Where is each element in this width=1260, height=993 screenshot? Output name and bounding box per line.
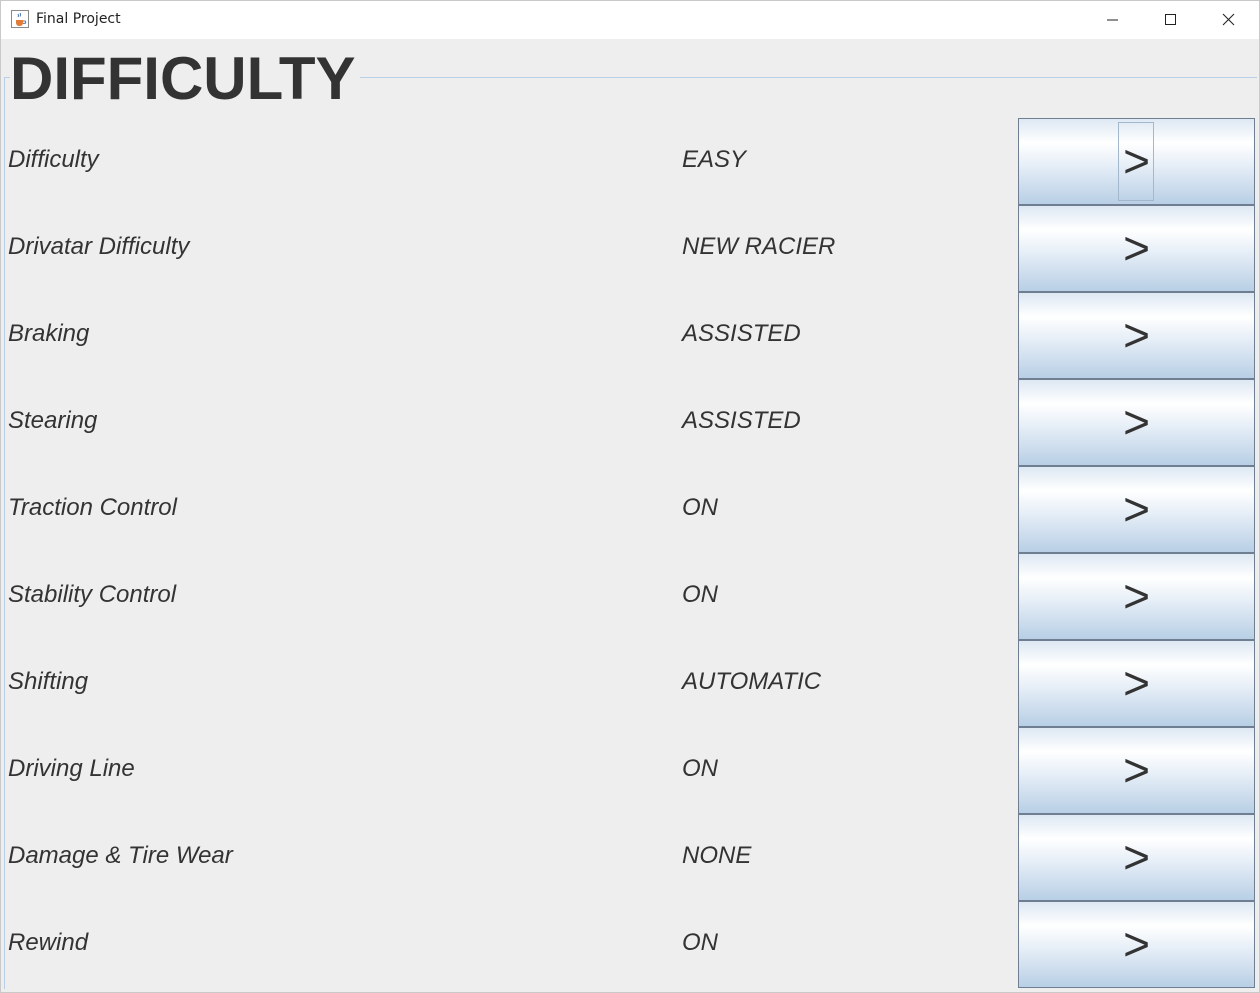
chevron-right-icon: > <box>1123 222 1150 274</box>
setting-row-driving-line: Driving Line ON > <box>1 727 1259 814</box>
setting-label: Shifting <box>8 668 89 695</box>
minimize-button[interactable] <box>1084 1 1142 39</box>
close-icon <box>1222 13 1235 26</box>
chevron-right-icon: > <box>1123 483 1150 535</box>
chevron-right-icon: > <box>1123 570 1150 622</box>
next-option-button[interactable]: > <box>1018 814 1255 901</box>
chevron-right-icon: > <box>1123 396 1150 448</box>
setting-row-damage-tire-wear: Damage & Tire Wear NONE > <box>1 814 1259 901</box>
next-option-button[interactable]: > <box>1018 727 1255 814</box>
setting-label: Stability Control <box>8 581 177 608</box>
setting-label: Stearing <box>8 407 98 434</box>
setting-value: ASSISTED <box>682 407 801 434</box>
java-cup-icon <box>11 10 29 28</box>
next-option-button[interactable]: > <box>1018 553 1255 640</box>
close-button[interactable] <box>1200 1 1258 39</box>
chevron-right-icon: > <box>1123 657 1150 709</box>
chevron-right-icon: > <box>1123 309 1150 361</box>
setting-value: ON <box>682 929 718 956</box>
setting-row-drivatar-difficulty: Drivatar Difficulty NEW RACIER > <box>1 205 1259 292</box>
setting-row-rewind: Rewind ON > <box>1 901 1259 988</box>
chevron-right-icon: > <box>1123 831 1150 883</box>
title-bar[interactable]: Final Project <box>1 1 1259 39</box>
setting-value: ASSISTED <box>682 320 801 347</box>
minimize-icon <box>1107 19 1118 21</box>
setting-label: Braking <box>8 320 90 347</box>
setting-row-difficulty: Difficulty EASY > <box>1 118 1259 205</box>
next-option-button[interactable]: > <box>1018 292 1255 379</box>
maximize-button[interactable] <box>1142 1 1200 39</box>
setting-label: Difficulty <box>8 146 99 173</box>
setting-row-stability-control: Stability Control ON > <box>1 553 1259 640</box>
setting-label: Damage & Tire Wear <box>8 842 233 869</box>
setting-label: Rewind <box>8 929 89 956</box>
chevron-right-icon: > <box>1123 135 1150 187</box>
setting-label: Driving Line <box>8 755 135 782</box>
setting-row-traction-control: Traction Control ON > <box>1 466 1259 553</box>
setting-value: ON <box>682 494 718 521</box>
setting-label: Traction Control <box>8 494 177 521</box>
next-option-button[interactable]: > <box>1018 640 1255 727</box>
window-title: Final Project <box>36 11 121 27</box>
maximize-icon <box>1165 14 1176 25</box>
next-option-button[interactable]: > <box>1018 379 1255 466</box>
setting-value: ON <box>682 581 718 608</box>
setting-row-stearing: Stearing ASSISTED > <box>1 379 1259 466</box>
setting-value: NONE <box>682 842 752 869</box>
setting-row-braking: Braking ASSISTED > <box>1 292 1259 379</box>
next-option-button[interactable]: > <box>1018 118 1255 205</box>
setting-value: EASY <box>682 146 747 173</box>
setting-value: AUTOMATIC <box>682 668 822 695</box>
setting-value: NEW RACIER <box>682 233 836 260</box>
chevron-right-icon: > <box>1123 744 1150 796</box>
setting-value: ON <box>682 755 718 782</box>
setting-row-shifting: Shifting AUTOMATIC > <box>1 640 1259 727</box>
page-title: DIFFICULTY <box>10 43 360 115</box>
content-panel: DIFFICULTY Difficulty EASY > Drivatar Di… <box>1 39 1259 992</box>
setting-label: Drivatar Difficulty <box>8 233 190 260</box>
chevron-right-icon: > <box>1123 918 1150 970</box>
next-option-button[interactable]: > <box>1018 901 1255 988</box>
next-option-button[interactable]: > <box>1018 205 1255 292</box>
next-option-button[interactable]: > <box>1018 466 1255 553</box>
application-window: Final Project DIFFICULTY Difficulty EASY <box>0 0 1260 993</box>
